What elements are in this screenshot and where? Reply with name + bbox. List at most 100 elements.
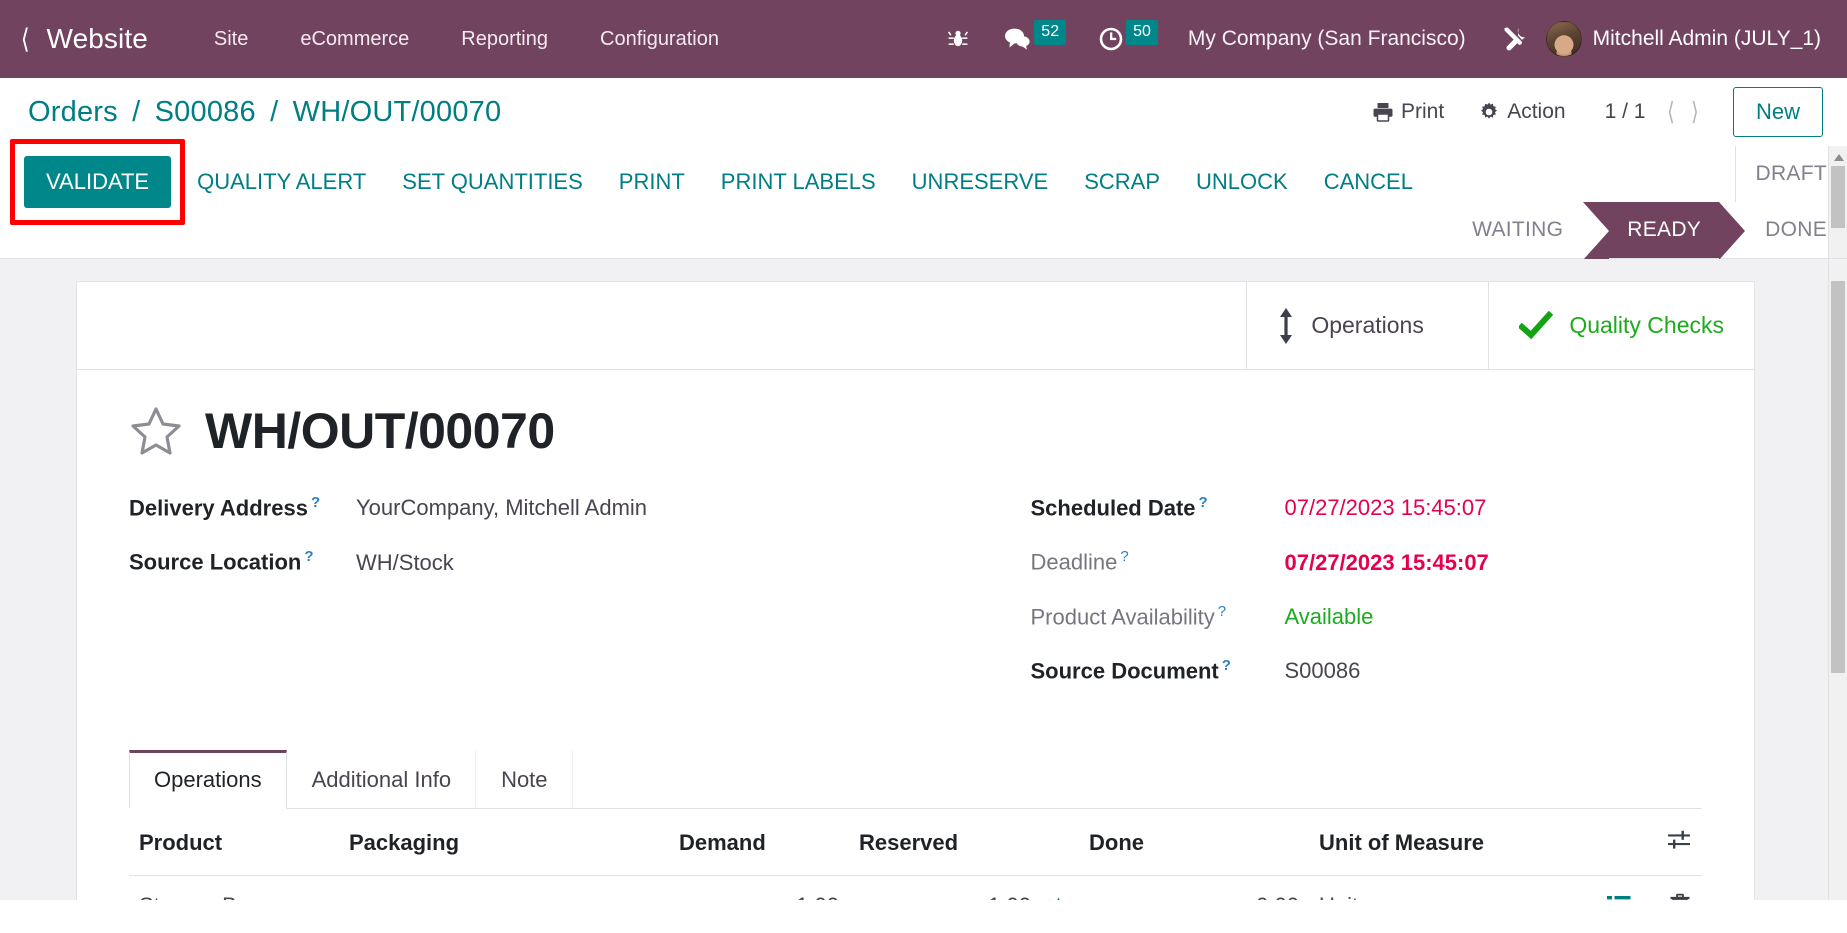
field-value-delivery-address[interactable]: YourCompany, Mitchell Admin (356, 495, 647, 521)
help-tooltip-icon[interactable]: ? (311, 494, 320, 511)
control-panel-top: Orders / S00086 / WH/OUT/00070 Print Act… (0, 78, 1847, 146)
field-source-location: Source Location? WH/Stock (129, 548, 916, 575)
cell-packaging[interactable] (339, 875, 669, 900)
optional-columns-toggle[interactable] (1596, 809, 1702, 877)
cell-product[interactable]: Storage Box (129, 875, 339, 900)
check-icon (1519, 310, 1554, 341)
column-header-unit-of-measure[interactable]: Unit of Measure (1309, 809, 1596, 877)
table-row[interactable]: Storage Box 1.00 1.00 (129, 875, 1702, 900)
operations-table: Product Packaging Demand Reserved Done U… (129, 809, 1702, 900)
pager-previous-button[interactable]: ⟨ (1662, 99, 1681, 125)
label-text: Product Availability (1030, 603, 1215, 629)
nav-item-reporting[interactable]: Reporting (435, 28, 574, 51)
nav-menu: Site eCommerce Reporting Configuration (188, 28, 745, 51)
nav-item-ecommerce[interactable]: eCommerce (274, 28, 435, 51)
avatar[interactable] (1545, 21, 1582, 57)
table-head: Product Packaging Demand Reserved Done U… (129, 809, 1702, 877)
printer-icon (1372, 101, 1394, 123)
tab-operations[interactable]: Operations (129, 750, 287, 810)
user-menu[interactable]: Mitchell Admin (JULY_1) (1593, 27, 1821, 51)
tab-additional-info[interactable]: Additional Info (287, 750, 477, 810)
field-label-product-availability: Product Availability? (1031, 603, 1285, 630)
status-bar-row-top: DRAFT (1452, 146, 1847, 202)
field-value-source-location[interactable]: WH/Stock (356, 550, 454, 576)
messages-button[interactable]: 52 (986, 16, 1082, 62)
forecast-chart-icon[interactable] (1043, 895, 1069, 900)
validate-button[interactable]: VALIDATE (24, 156, 172, 208)
table-header-row: Product Packaging Demand Reserved Done U… (129, 809, 1702, 877)
top-navigation-bar: ⟨ Website Site eCommerce Reporting Confi… (0, 0, 1847, 78)
breadcrumb-item-s00086[interactable]: S00086 (155, 96, 256, 128)
help-tooltip-icon[interactable]: ? (304, 548, 313, 565)
validate-highlight-box: VALIDATE (9, 139, 186, 225)
help-tooltip-icon[interactable]: ? (1199, 494, 1208, 511)
row-icons (1606, 893, 1702, 900)
smart-button-quality-checks[interactable]: Quality Checks (1488, 282, 1754, 369)
field-value-product-availability: Available (1284, 603, 1374, 629)
activities-button[interactable]: 50 (1082, 16, 1174, 62)
page-scrollbar[interactable] (1828, 259, 1847, 900)
cell-reserved[interactable]: 1.00 (849, 875, 1079, 900)
smart-button-operations[interactable]: Operations (1246, 282, 1488, 369)
cell-done[interactable]: 0.00 (1079, 875, 1309, 900)
scrap-button[interactable]: SCRAP (1066, 156, 1178, 208)
breadcrumb-item-orders[interactable]: Orders (28, 96, 118, 128)
star-outline-icon[interactable] (129, 405, 183, 457)
form-sheet: Operations Quality Checks WH/OUT/00070 D… (76, 281, 1755, 900)
main-wrapper: Orders / S00086 / WH/OUT/00070 Print Act… (0, 78, 1847, 900)
trash-icon[interactable] (1668, 893, 1692, 900)
quality-alert-button[interactable]: QUALITY ALERT (179, 156, 384, 208)
field-label-delivery-address: Delivery Address? (129, 494, 356, 521)
help-tooltip-icon[interactable]: ? (1222, 657, 1231, 674)
field-value-scheduled-date[interactable]: 07/27/2023 15:45:07 (1285, 495, 1487, 521)
scrollbar-thumb[interactable] (1831, 281, 1845, 673)
column-header-done[interactable]: Done (1079, 809, 1309, 877)
company-switcher[interactable]: My Company (San Francisco) (1174, 27, 1484, 51)
column-header-demand[interactable]: Demand (669, 809, 849, 877)
messages-badge: 52 (1034, 20, 1067, 45)
set-quantities-button[interactable]: SET QUANTITIES (384, 156, 601, 208)
breadcrumb-separator: / (132, 95, 141, 128)
unreserve-button[interactable]: UNRESERVE (894, 156, 1067, 208)
record-title-row: WH/OUT/00070 (129, 402, 1702, 460)
field-label-deadline: Deadline? (1031, 548, 1285, 575)
print-button[interactable]: Print (1355, 100, 1461, 124)
cell-demand[interactable]: 1.00 (669, 875, 849, 900)
field-delivery-address: Delivery Address? YourCompany, Mitchell … (129, 494, 916, 521)
label-text: Source Location (129, 549, 302, 575)
column-header-packaging[interactable]: Packaging (339, 809, 669, 877)
debug-menu-button[interactable] (930, 16, 986, 62)
scroll-up-arrow-icon[interactable] (1834, 154, 1844, 161)
clock-icon (1098, 26, 1124, 52)
status-waiting[interactable]: WAITING (1452, 202, 1583, 258)
list-icon[interactable] (1606, 894, 1632, 900)
field-label-source-location: Source Location? (129, 548, 356, 575)
nav-item-site[interactable]: Site (188, 28, 274, 51)
print-action-button[interactable]: PRINT (601, 156, 703, 208)
new-button[interactable]: New (1732, 87, 1823, 137)
app-brand-website[interactable]: Website (47, 23, 148, 55)
sliders-icon[interactable] (1666, 831, 1692, 856)
action-button[interactable]: Action (1461, 100, 1582, 124)
field-value-deadline[interactable]: 07/27/2023 15:45:07 (1285, 550, 1489, 576)
column-header-reserved[interactable]: Reserved (849, 809, 1079, 877)
tools-button[interactable] (1484, 16, 1546, 62)
scrollbar-thumb[interactable] (1831, 166, 1845, 228)
cell-unit-of-measure[interactable]: Units (1309, 875, 1596, 900)
control-panel-scrollbar[interactable] (1828, 146, 1847, 258)
field-scheduled-date: Scheduled Date? 07/27/2023 15:45:07 (1031, 494, 1703, 521)
cancel-button[interactable]: CANCEL (1306, 156, 1431, 208)
column-header-product[interactable]: Product (129, 809, 339, 877)
print-labels-button[interactable]: PRINT LABELS (703, 156, 894, 208)
tab-note[interactable]: Note (476, 750, 573, 810)
unlock-button[interactable]: UNLOCK (1178, 156, 1306, 208)
pager-next-button[interactable]: ⟩ (1686, 99, 1705, 125)
status-ready[interactable]: READY (1583, 202, 1745, 260)
back-button[interactable]: ⟨ (21, 25, 30, 53)
help-tooltip-icon[interactable]: ? (1218, 603, 1226, 620)
field-value-source-document[interactable]: S00086 (1285, 658, 1361, 684)
chat-bubble-icon (1002, 26, 1032, 52)
record-action-buttons: VALIDATE QUALITY ALERT SET QUANTITIES PR… (0, 139, 1452, 225)
nav-item-configuration[interactable]: Configuration (574, 28, 745, 51)
help-tooltip-icon[interactable]: ? (1120, 548, 1128, 565)
